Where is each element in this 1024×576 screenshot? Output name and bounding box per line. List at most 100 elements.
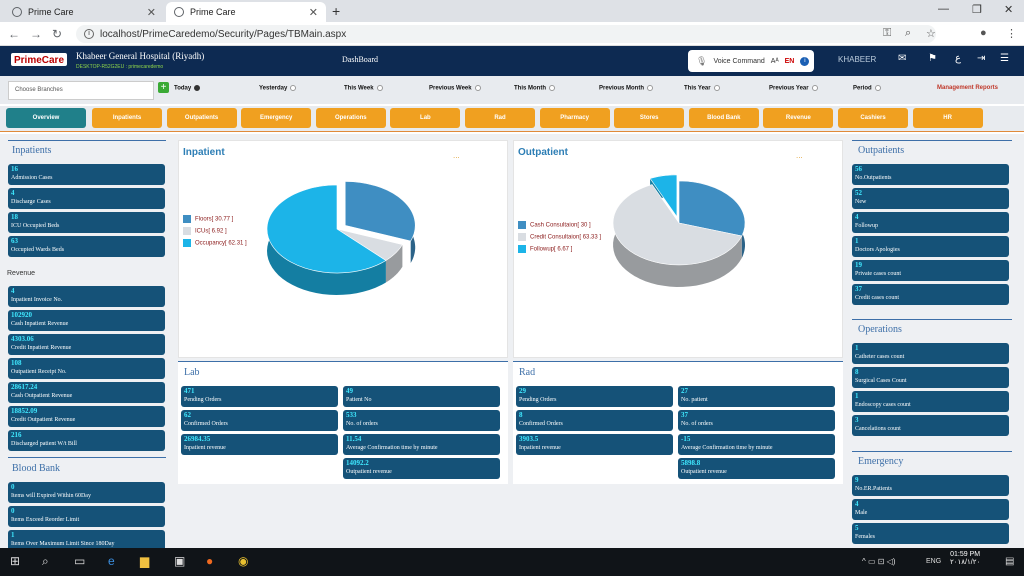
close-tab-icon[interactable]: ✕ (309, 6, 318, 19)
revenue-stat-card[interactable]: 108 Outpatient Receipt No. (8, 358, 165, 379)
choose-branches-select[interactable]: Choose Branches (8, 81, 154, 100)
tab-overview[interactable]: Overview (6, 108, 86, 128)
rad-stat-card[interactable]: 37 No. of orders (678, 410, 835, 431)
forward-icon[interactable]: → (30, 27, 42, 41)
tab-pharmacy[interactable]: Pharmacy (539, 108, 610, 128)
lab-stat-card[interactable]: 14092.2 Outpatient revenue (343, 458, 500, 479)
pie-slice-floors[interactable] (344, 181, 416, 242)
zoom-icon[interactable]: ⌕ (905, 27, 911, 40)
inpatient-stat-card[interactable]: 18 ICU Occupied Beds (8, 212, 165, 233)
revenue-stat-card[interactable]: 4303.06 Credit Inpatient Revenue (8, 334, 165, 355)
search-icon[interactable]: ⌕ (42, 554, 49, 569)
star-icon[interactable]: ☆ (926, 27, 936, 40)
operations-stat-card[interactable]: 3 Cancelations count (852, 415, 1009, 436)
tab-operations[interactable]: Operations (315, 108, 386, 128)
back-icon[interactable]: ← (8, 27, 20, 41)
clock[interactable]: 01:59 PM ٢٠١٨/١/٢٠ (950, 551, 980, 566)
rad-stat-card[interactable]: -15 Average Confirmation time by minute (678, 434, 835, 455)
period-this-year[interactable]: This Year (684, 85, 720, 92)
key-icon[interactable]: ⚿ (883, 27, 891, 40)
outpatient-stat-card[interactable]: 4 Followup (852, 212, 1009, 233)
minimize-icon[interactable]: — (938, 3, 949, 15)
outpatient-stat-card[interactable]: 37 Credit cases count (852, 284, 1009, 305)
lab-stat-card[interactable]: 11.54 Average Confirmation time by minute (343, 434, 500, 455)
emergency-stat-card[interactable]: 4 Male (852, 499, 1009, 520)
tab-lab[interactable]: Lab (390, 108, 461, 128)
period-previous-month[interactable]: Previous Month (599, 85, 654, 92)
period-previous-week[interactable]: Previous Week (429, 85, 481, 92)
mail-icon[interactable]: ✉ (898, 53, 906, 64)
operations-stat-card[interactable]: 1 Endoscopy cases count (852, 391, 1009, 412)
rad-stat-card[interactable]: 5898.8 Outpatient revenue (678, 458, 835, 479)
tab-revenue[interactable]: Revenue (763, 108, 834, 128)
flag-icon[interactable]: ⚑ (928, 53, 937, 64)
account-icon[interactable]: ● (980, 27, 987, 39)
tab-rad[interactable]: Rad (465, 108, 535, 128)
browser-tab[interactable]: Prime Care ✕ (4, 2, 164, 22)
rad-stat-card[interactable]: 3903.5 Inpatient revenue (516, 434, 673, 455)
chrome-icon[interactable]: ◉ (238, 554, 248, 568)
tab-hr[interactable]: HR (912, 108, 983, 128)
revenue-stat-card[interactable]: 28617.24 Cash Outpatient Revenue (8, 382, 165, 403)
blood-bank-stat-card[interactable]: 0 Items will Expired Within 60Day (8, 482, 165, 503)
revenue-stat-card[interactable]: 4 Inpatient Invoice No. (8, 286, 165, 307)
lab-stat-card[interactable]: 533 No. of orders (343, 410, 500, 431)
logout-icon[interactable]: ⇥ (977, 53, 985, 64)
voice-command-button[interactable]: 🎙 Voice Command Aᴬ EN i (688, 50, 814, 72)
tab-outpatients[interactable]: Outpatients (166, 108, 237, 128)
emergency-stat-card[interactable]: 5 Females (852, 523, 1009, 544)
rad-stat-card[interactable]: 29 Pending Orders (516, 386, 673, 407)
period-this-month[interactable]: This Month (514, 85, 555, 92)
outpatient-stat-card[interactable]: 1 Doctors Apologies (852, 236, 1009, 257)
restore-icon[interactable]: ❐ (972, 3, 982, 16)
period-today[interactable]: Today (174, 85, 201, 92)
tab-stores[interactable]: Stores (614, 108, 685, 128)
inpatient-stat-card[interactable]: 16 Admission Cases (8, 164, 165, 185)
new-tab-icon[interactable]: + (332, 3, 340, 19)
font-size-icon[interactable]: Aᴬ (771, 58, 779, 65)
emergency-stat-card[interactable]: 9 No.ER.Patients (852, 475, 1009, 496)
store-icon[interactable]: ▣ (174, 554, 185, 568)
notifications-icon[interactable]: ▤ (1005, 556, 1014, 567)
browser-tab-active[interactable]: Prime Care ✕ (166, 2, 326, 22)
outpatient-stat-card[interactable]: 52 New (852, 188, 1009, 209)
close-window-icon[interactable]: ✕ (1004, 3, 1013, 16)
reload-icon[interactable]: ↻ (52, 27, 62, 41)
blood-bank-stat-card[interactable]: 0 Items Exceed Reorder Limit (8, 506, 165, 527)
tab-emergency[interactable]: Emergency (241, 108, 312, 128)
edge-icon[interactable]: e (108, 554, 115, 568)
arabic-language-icon[interactable]: ع (955, 53, 961, 64)
rad-stat-card[interactable]: 8 Confirmed Orders (516, 410, 673, 431)
revenue-stat-card[interactable]: 18852.09 Credit Outpatient Revenue (8, 406, 165, 427)
period-previous-year[interactable]: Previous Year (769, 85, 818, 92)
period-this-week[interactable]: This Week (344, 85, 383, 92)
close-tab-icon[interactable]: ✕ (147, 6, 156, 19)
revenue-stat-card[interactable]: 216 Discharged patient W/t Bill (8, 430, 165, 451)
lab-stat-card[interactable]: 62 Confirmed Orders (181, 410, 338, 431)
add-icon[interactable]: + (158, 82, 169, 93)
lab-stat-card[interactable]: 49 Patient No (343, 386, 500, 407)
outpatient-stat-card[interactable]: 56 No.Outpatients (852, 164, 1009, 185)
language-indicator[interactable]: ENG (926, 558, 941, 565)
user-name[interactable]: KHABEER (838, 55, 876, 64)
operations-stat-card[interactable]: 8 Surgical Cases Count (852, 367, 1009, 388)
hamburger-icon[interactable]: ☰ (1000, 53, 1009, 64)
language-toggle[interactable]: EN (785, 58, 795, 65)
operations-stat-card[interactable]: 1 Catheter cases count (852, 343, 1009, 364)
lab-stat-card[interactable]: 26984.35 Inpatient revenue (181, 434, 338, 455)
inpatient-stat-card[interactable]: 4 Discharge Cases (8, 188, 165, 209)
url-bar[interactable]: i localhost/PrimeCaredemo/Security/Pages/… (76, 25, 936, 43)
tab-cashiers[interactable]: Cashiers (838, 108, 908, 128)
inpatient-stat-card[interactable]: 63 Occupied Wards Beds (8, 236, 165, 257)
windows-start-icon[interactable]: ⊞ (10, 554, 20, 568)
lab-stat-card[interactable]: 471 Pending Orders (181, 386, 338, 407)
outpatient-stat-card[interactable]: 19 Private cases count (852, 260, 1009, 281)
revenue-stat-card[interactable]: 102920 Cash Inpatient Revenue (8, 310, 165, 331)
tray-icons[interactable]: ^ ▭ ⊡ ◁) (862, 557, 896, 566)
file-explorer-icon[interactable]: ▆ (140, 554, 149, 568)
task-view-icon[interactable]: ▭ (74, 554, 85, 568)
menu-icon[interactable]: ⋮ (1006, 27, 1017, 40)
info-icon[interactable]: i (800, 56, 810, 66)
period-yesterday[interactable]: Yesterday (259, 85, 297, 92)
tab-inpatients[interactable]: Inpatients (92, 108, 162, 128)
